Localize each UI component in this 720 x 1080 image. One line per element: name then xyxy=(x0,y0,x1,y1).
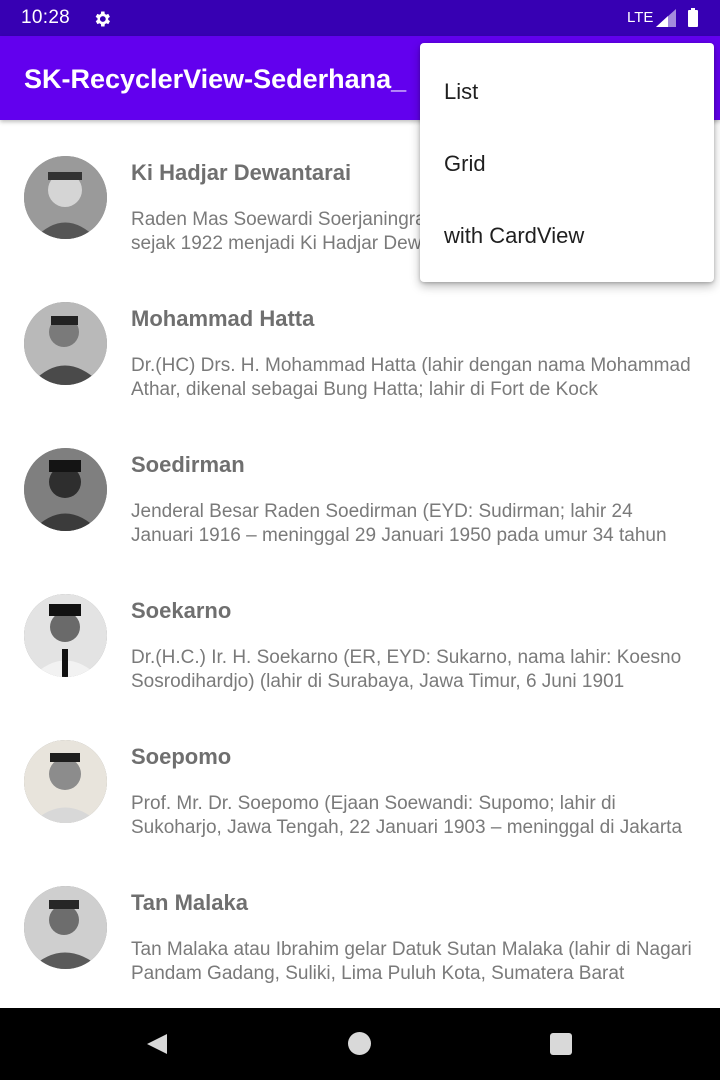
hero-name: Ki Hadjar Dewantarai xyxy=(131,160,352,185)
list-item[interactable]: Tan Malaka Tan Malaka atau Ibrahim gelar… xyxy=(0,850,720,996)
list-item[interactable]: Soekarno Dr.(H.C.) Ir. H. Soekarno (ER, … xyxy=(0,558,720,704)
list-item[interactable]: Soedirman Jenderal Besar Raden Soedirman… xyxy=(0,412,720,558)
hero-name: Soepomo xyxy=(131,744,232,769)
hero-name: Mohammad Hatta xyxy=(131,306,315,331)
navigation-bar xyxy=(0,1008,720,1080)
hero-name: Soedirman xyxy=(131,452,245,477)
overflow-menu: List Grid with CardView xyxy=(420,43,714,282)
status-time: 10:28 xyxy=(21,7,71,28)
menu-item-grid[interactable]: Grid xyxy=(420,128,714,200)
recent-apps-icon[interactable] xyxy=(550,1033,572,1055)
menu-item-list[interactable]: List xyxy=(420,56,714,128)
avatar xyxy=(24,740,107,823)
avatar xyxy=(24,594,107,677)
menu-item-cardview[interactable]: with CardView xyxy=(420,200,714,272)
avatar xyxy=(24,886,107,969)
back-icon[interactable] xyxy=(145,1032,169,1056)
signal-icon xyxy=(656,9,676,27)
hero-description: Tan Malaka atau Ibrahim gelar Datuk Suta… xyxy=(131,939,692,984)
hero-description: Dr.(HC) Drs. H. Mohammad Hatta (lahir de… xyxy=(131,355,691,400)
network-type: LTE xyxy=(627,9,654,26)
list-item[interactable]: Mohammad Hatta Dr.(HC) Drs. H. Mohammad … xyxy=(0,266,720,412)
gear-icon xyxy=(95,11,110,27)
avatar xyxy=(24,156,107,239)
hero-description: Prof. Mr. Dr. Soepomo (Ejaan Soewandi: S… xyxy=(131,793,683,838)
hero-name: Soekarno xyxy=(131,598,232,623)
hero-description: Jenderal Besar Raden Soedirman (EYD: Sud… xyxy=(131,501,667,546)
avatar xyxy=(24,448,107,531)
app-title: SK-RecyclerView-Sederhana_ xyxy=(24,64,407,94)
home-icon[interactable] xyxy=(348,1032,371,1055)
battery-icon xyxy=(688,8,698,27)
avatar xyxy=(24,302,107,385)
list-item[interactable]: Soepomo Prof. Mr. Dr. Soepomo (Ejaan Soe… xyxy=(0,704,720,850)
status-bar: 10:28 LTE xyxy=(0,0,720,36)
hero-description: Dr.(H.C.) Ir. H. Soekarno (ER, EYD: Suka… xyxy=(131,647,682,692)
hero-name: Tan Malaka xyxy=(131,890,248,915)
